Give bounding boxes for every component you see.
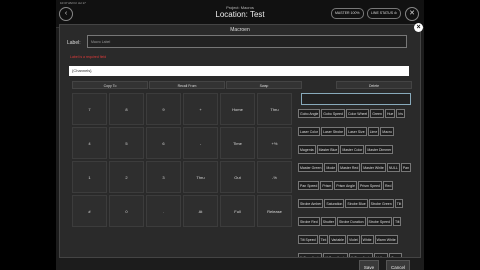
keypad-key[interactable]: 3 [146,161,181,193]
parameter-chip[interactable]: Pan Speed [298,181,320,190]
parameter-chip[interactable]: Red [383,181,394,190]
keypad-key[interactable]: . [146,195,181,227]
parameter-chip[interactable]: Laser Size [346,127,367,136]
sync-icon[interactable]: ✕ [405,7,419,21]
parameter-chip[interactable]: Tilt [392,217,402,226]
label-caption: Label: [67,40,81,46]
keypad-key[interactable]: +% [257,127,292,159]
keypad-key[interactable]: + [183,93,218,125]
parameter-chip[interactable]: Strobe Green [368,199,394,208]
keypad-key[interactable]: Thru [257,93,292,125]
label-input[interactable]: Macro Label [87,35,407,48]
keypad-key[interactable]: Home [220,93,255,125]
line-status-pill[interactable]: LINE STATUS ⊘ [367,8,401,19]
parameter-chip[interactable]: Mode [324,163,338,172]
keypad-key[interactable]: 5 [109,127,144,159]
keypad-key[interactable]: 4 [72,127,107,159]
parameter-search-input[interactable] [301,93,411,105]
parameter-chip[interactable]: Master White [361,163,386,172]
parameter-chip[interactable]: Lime [367,127,380,136]
master-level-pill[interactable]: MASTER 100% [331,8,364,19]
parameter-chip[interactable]: Prism [320,181,334,190]
keypad-key[interactable]: 6 [146,127,181,159]
parameter-chip[interactable]: Master Color [340,145,365,154]
parameter-chip[interactable]: Macro [380,127,395,136]
parameter-chip[interactable]: Tilt [394,199,404,208]
parameter-chip[interactable]: Strobe Red [298,217,320,226]
keypad-key[interactable]: 0 [109,195,144,227]
parameter-chip[interactable]: Master Dimmer [365,145,394,154]
keypad-key[interactable]: 9 [146,93,181,125]
parameter-chip[interactable]: Prism Angle [334,181,357,190]
macro-dialog: × Macroen Label: Macro Label Label is a … [59,23,423,270]
keypad-key[interactable]: 2 [109,161,144,193]
channels-field[interactable]: {Channels} [69,66,409,76]
parameter-list: Gobo Angle Gobo Speed Color Wheel Green Hue I… [298,109,413,257]
parameter-chip[interactable]: X Coordinate [298,253,323,257]
parameter-chip[interactable]: Strobe Speed [366,217,392,226]
parameter-chip[interactable]: Master Green [298,163,324,172]
keypad-key[interactable]: Full [220,195,255,227]
parameter-chip[interactable]: Gobo Speed [321,109,345,118]
parameter-chip[interactable]: Strobe Amber [298,199,324,208]
parameter-chip[interactable]: Violet [346,235,360,244]
keypad-key[interactable]: - [183,127,218,159]
copy-to-button[interactable]: Copy To [72,81,148,89]
parameter-chip[interactable]: Master Red [338,163,361,172]
parameter-chip[interactable]: Hue [384,109,396,118]
keypad-key[interactable]: 1 [72,161,107,193]
parameter-chip[interactable]: Iris [396,109,406,118]
keypad-key[interactable]: Thru [183,161,218,193]
parameter-chip[interactable]: Laser Strobe [321,127,346,136]
keypad-key[interactable]: -% [257,161,292,193]
parameter-chip[interactable]: Zoom [389,253,403,257]
parameter-chip[interactable]: Strobe Duration [337,217,366,226]
parameter-chip[interactable]: Pan [400,163,412,172]
parameter-chip[interactable]: Laser Color [298,127,321,136]
swap-button[interactable]: Swap [226,81,302,89]
keypad-key[interactable]: At [183,195,218,227]
keypad-key[interactable]: # [72,195,107,227]
recall-from-button[interactable]: Recall From [149,81,225,89]
parameter-chip[interactable]: Y Coordinate [348,253,374,257]
parameter-chip[interactable]: Magenta [298,145,316,154]
parameter-chip[interactable]: Strobe Blue [345,199,368,208]
parameter-chip[interactable]: Tint [318,235,329,244]
keypad-key[interactable]: Out [220,161,255,193]
parameter-chip[interactable]: Saturation [324,199,345,208]
parameter-chip[interactable]: Tilt Speed [298,235,318,244]
parameter-chip[interactable]: Prism Speed [357,181,383,190]
cancel-button[interactable]: Cancel [386,260,410,270]
delete-button[interactable]: Delete [336,81,412,89]
parameter-chip[interactable]: Color Wheel [345,109,370,118]
keypad-key[interactable]: 8 [109,93,144,125]
app-frame: 10:37 AM Fri Jul 17 ‹ Project: Macros Lo… [56,0,424,270]
parameter-chip[interactable]: Variable [329,235,346,244]
parameter-chip[interactable]: White [360,235,374,244]
keypad-key[interactable]: 7 [72,93,107,125]
keypad-key[interactable]: Release [257,195,292,227]
parameter-chip[interactable]: NULL [386,163,400,172]
parameter-chip[interactable]: Shutter [320,217,337,226]
parameter-chip[interactable]: Master Blue [316,145,340,154]
parameter-chip[interactable]: Green [370,109,384,118]
parameter-chip[interactable]: X Coordinate [323,253,348,257]
parameter-chip[interactable]: Warm White [374,235,398,244]
label-error: Label is a required field [70,55,107,59]
parameter-chip[interactable]: Yellow [374,253,389,257]
parameter-chip[interactable]: Gobo Angle [298,109,321,118]
dialog-title: Macroen [230,27,250,33]
save-button[interactable]: Save [359,260,379,270]
keypad-key[interactable]: Time [220,127,255,159]
